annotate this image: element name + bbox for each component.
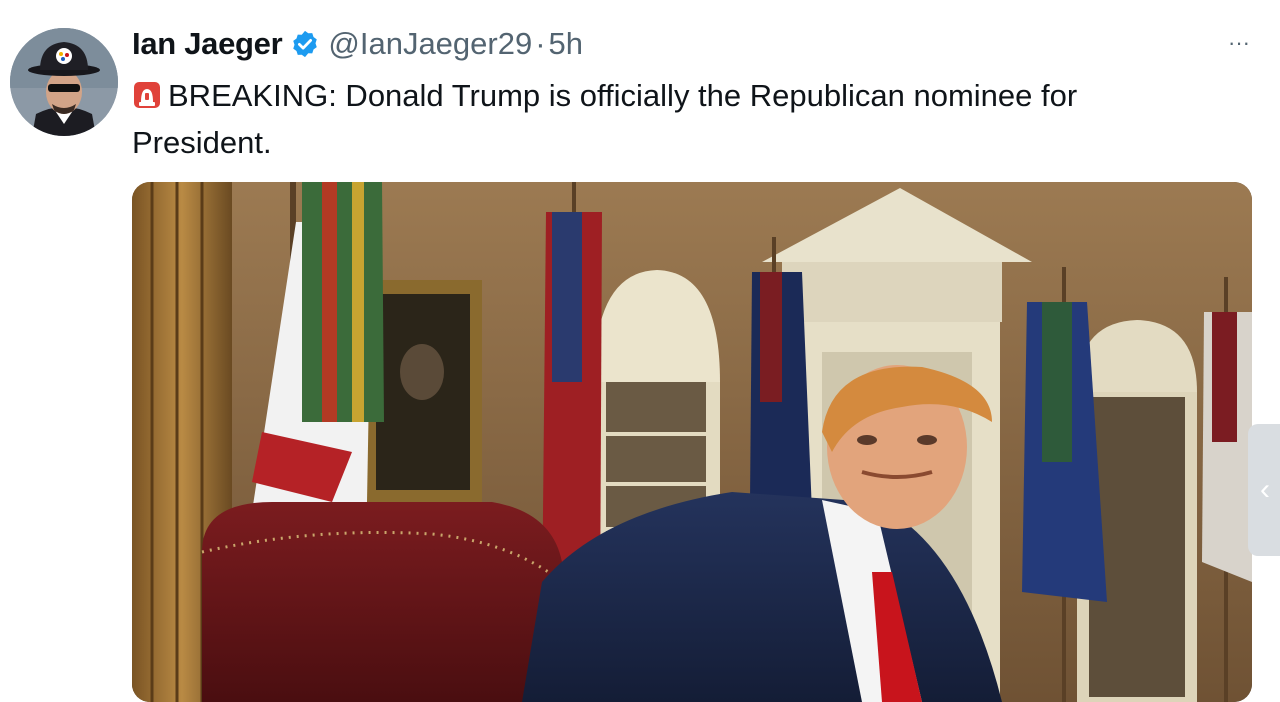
tweet-body: BREAKING: Donald Trump is officially the…: [132, 78, 1078, 160]
tweet-header: Ian Jaeger @IanJaeger29 · 5h: [132, 24, 583, 64]
side-panel-toggle[interactable]: ‹: [1248, 424, 1280, 556]
author-name[interactable]: Ian Jaeger: [132, 26, 283, 62]
rotating-light-icon: [132, 76, 162, 108]
author-handle[interactable]: @IanJaeger29: [328, 26, 532, 62]
verified-badge-icon: [290, 29, 320, 59]
timestamp[interactable]: 5h: [549, 26, 583, 62]
tweet-media-image[interactable]: [132, 182, 1252, 702]
chevron-left-icon: ‹: [1260, 473, 1270, 506]
more-options-button[interactable]: ···: [1222, 28, 1256, 58]
author-avatar[interactable]: [10, 28, 118, 136]
avatar-image: [10, 28, 118, 136]
oval-office-photo: [132, 182, 1252, 702]
tweet-text: BREAKING: Donald Trump is officially the…: [132, 72, 1222, 166]
separator-dot: ·: [535, 26, 546, 61]
